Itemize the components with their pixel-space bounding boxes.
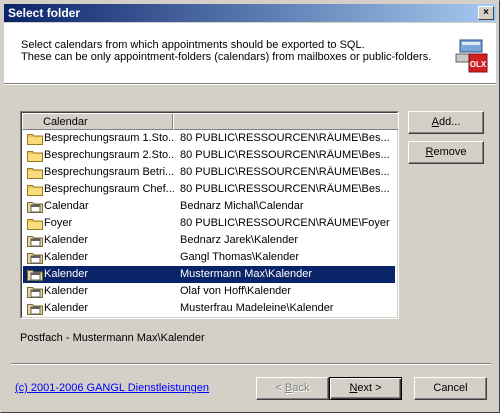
table-row[interactable]: Calendar Bednarz Michal\Calendar [23, 198, 395, 215]
table-row[interactable]: Besprechungsraum 2.Sto... 80 PUBLIC\RESSO… [23, 147, 395, 164]
add-button[interactable]: Add... [408, 111, 484, 134]
header-separator [4, 83, 496, 85]
olx-logo-icon: OLX [454, 38, 488, 74]
dialog-window: Select folder × Select calendars from wh… [0, 0, 500, 413]
footer-separator [11, 363, 491, 365]
calendar-folder-icon [27, 285, 43, 298]
calendar-folder-icon [27, 234, 43, 247]
calendar-folder-icon [27, 251, 43, 264]
row-calendar-name: Kalender [44, 234, 89, 246]
calendar-list-body: Calendar Besprechungsraum 1.Sto... 80 PUB… [21, 112, 398, 318]
selected-folder-status: Postfach - Mustermann Max\Kalender [20, 332, 205, 344]
row-calendar-name: Kalender [44, 285, 89, 297]
row-calendar-name: Calendar [44, 200, 89, 212]
row-calendar-name: Kalender [44, 268, 89, 280]
row-calendar-path: 80 PUBLIC\RESSOURCEN\RÄUME\Bes... [180, 132, 390, 144]
table-row[interactable]: Foyer 80 PUBLIC\RESSOURCEN\RÄUME\Foyer [23, 215, 395, 232]
table-row[interactable]: Kalender Bednarz Jarek\Kalender [23, 232, 395, 249]
header-panel: Select calendars from which appointments… [4, 23, 496, 83]
back-prefix: < [275, 382, 285, 394]
table-row[interactable]: Kalender Musterfrau Madeleine\Kalender [23, 300, 395, 317]
calendar-folder-icon [27, 302, 43, 315]
row-calendar-name: Kalender [44, 302, 89, 314]
folder-icon [27, 183, 43, 196]
add-mnemonic: A [431, 116, 439, 128]
row-calendar-path: Gangl Thomas\Kalender [180, 251, 300, 263]
window-title: Select folder [8, 6, 81, 20]
folder-icon [27, 217, 43, 230]
table-row[interactable]: Kalender Gangl Thomas\Kalender [23, 249, 395, 266]
description-line-2: These can be only appointment-folders (c… [21, 51, 432, 63]
row-calendar-name: Besprechungsraum Chef... [44, 183, 174, 195]
logo-text: OLX [470, 60, 487, 69]
row-calendar-path: Mustermann Max\Kalender [180, 268, 313, 280]
row-calendar-name: Besprechungsraum 1.Sto... [44, 132, 174, 144]
cancel-button[interactable]: Cancel [414, 377, 487, 400]
calendar-folder-icon [27, 268, 43, 281]
column-header-path[interactable] [173, 113, 398, 130]
calendar-folder-icon [27, 200, 43, 213]
next-label: ext > [357, 382, 382, 394]
description: Select calendars from which appointments… [21, 39, 431, 63]
row-calendar-path: 80 PUBLIC\RESSOURCEN\RÄUME\Bes... [180, 183, 390, 195]
row-calendar-path: 80 PUBLIC\RESSOURCEN\RÄUME\Bes... [180, 149, 390, 161]
row-calendar-path: Bednarz Michal\Calendar [180, 200, 304, 212]
table-row[interactable]: Besprechungsraum Betri... 80 PUBLIC\RESSO… [23, 164, 395, 181]
row-calendar-name: Foyer [44, 217, 73, 229]
next-button[interactable]: Next > [329, 377, 402, 400]
column-header-calendar[interactable]: Calendar [22, 113, 173, 130]
calendar-list[interactable]: Calendar Besprechungsraum 1.Sto... 80 PUB… [20, 111, 399, 319]
folder-icon [27, 149, 43, 162]
row-calendar-name: Besprechungsraum 2.Sto... [44, 149, 174, 161]
close-icon: × [483, 7, 489, 18]
folder-icon [27, 132, 43, 145]
remove-label: emove [433, 146, 467, 158]
row-calendar-path: 80 PUBLIC\RESSOURCEN\RÄUME\Foyer [180, 217, 390, 229]
table-row[interactable]: Kalender Olaf von Hoff\Kalender [23, 283, 395, 300]
table-row[interactable]: Besprechungsraum 1.Sto... 80 PUBLIC\RESSO… [23, 130, 395, 147]
row-calendar-path: 80 PUBLIC\RESSOURCEN\RÄUME\Bes... [180, 166, 390, 178]
row-calendar-path: Musterfrau Madeleine\Kalender [180, 302, 334, 314]
column-header-calendar-label: Calendar [43, 116, 88, 128]
row-calendar-path: Bednarz Jarek\Kalender [180, 234, 299, 246]
add-label: dd... [438, 116, 461, 128]
row-calendar-name: Kalender [44, 251, 89, 263]
row-calendar-path: Olaf von Hoff\Kalender [180, 285, 292, 297]
back-button[interactable]: < Back [256, 377, 329, 400]
title-bar[interactable]: Select folder × [4, 4, 496, 22]
cancel-label: Cancel [433, 382, 468, 394]
row-calendar-name: Besprechungsraum Betri... [44, 166, 174, 178]
table-row[interactable]: Kalender Mustermann Max\Kalender [23, 266, 395, 283]
folder-icon [27, 166, 43, 179]
back-label: ack [292, 382, 310, 394]
description-line-1: Select calendars from which appointments… [21, 39, 365, 51]
copyright-link[interactable]: (c) 2001-2006 GANGL Dienstleistungen [15, 382, 209, 394]
remove-button[interactable]: Remove [408, 141, 484, 164]
close-button[interactable]: × [478, 6, 494, 20]
table-row[interactable]: Besprechungsraum Chef... 80 PUBLIC\RESSOU… [23, 181, 395, 198]
